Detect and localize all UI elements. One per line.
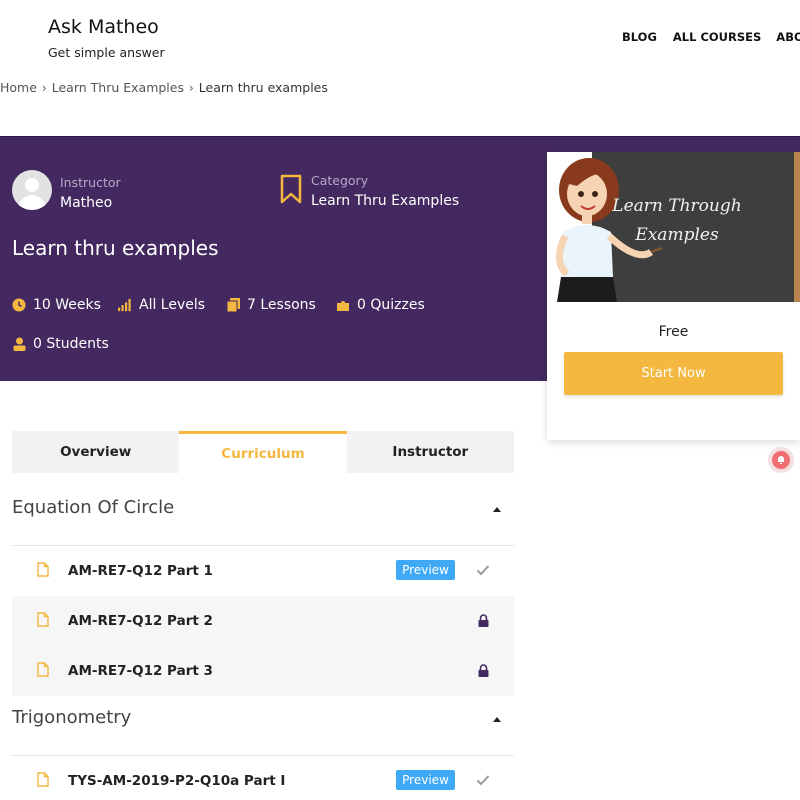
stat-students: 0 Students [12, 336, 109, 352]
tab-instructor[interactable]: Instructor [347, 431, 514, 473]
lesson-title: AM-RE7-Q12 Part 3 [68, 663, 213, 679]
doc-icon [37, 772, 49, 787]
puzzle-icon [336, 298, 350, 312]
students-icon [12, 337, 26, 351]
breadcrumb-category[interactable]: Learn Thru Examples [52, 80, 184, 95]
site-title[interactable]: Ask Matheo [48, 16, 159, 38]
doc-icon [37, 662, 49, 677]
stat-lessons: 7 Lessons [226, 297, 316, 313]
check-icon [476, 565, 490, 576]
course-card: Learn Through Examples Free Start Now [547, 152, 800, 440]
course-tabs: Overview Curriculum Instructor [12, 431, 514, 473]
nav-about[interactable]: ABOUT [776, 30, 800, 44]
breadcrumb-home[interactable]: Home [0, 80, 37, 95]
stat-quizzes: 0 Quizzes [336, 297, 425, 313]
lesson-item[interactable]: AM-RE7-Q12 Part 2 [12, 596, 514, 646]
tab-overview[interactable]: Overview [12, 431, 179, 473]
bookmark-icon [280, 174, 302, 204]
hero-divider [0, 136, 800, 137]
breadcrumb: Home › Learn Thru Examples › Learn thru … [0, 80, 328, 95]
lesson-item[interactable]: AM-RE7-Q12 Part 3 [12, 646, 514, 696]
lesson-item[interactable]: AM-RE7-Q12 Part 1 Preview [12, 546, 514, 596]
course-price: Free [658, 324, 689, 340]
stat-duration: 10 Weeks [12, 297, 101, 313]
chevron-right-icon: › [41, 80, 47, 95]
tab-curriculum[interactable]: Curriculum [179, 431, 347, 473]
lock-icon [478, 614, 489, 627]
lesson-item[interactable]: TYS-AM-2019-P2-Q10a Part I Preview [12, 756, 514, 800]
section-title[interactable]: Equation Of Circle [12, 497, 174, 518]
instructor-label: Instructor [60, 175, 121, 190]
doc-icon [37, 612, 49, 627]
preview-badge[interactable]: Preview [396, 770, 455, 790]
stat-level: All Levels [118, 297, 205, 313]
start-now-button[interactable]: Start Now [564, 352, 783, 395]
doc-icon [37, 562, 49, 577]
course-thumbnail: Learn Through Examples [547, 152, 800, 302]
caret-up-icon[interactable] [493, 717, 501, 722]
caret-up-icon[interactable] [493, 507, 501, 512]
notification-bell-icon[interactable] [768, 447, 794, 473]
top-navigation: BLOG ALL COURSES ABOUT [622, 30, 800, 44]
nav-blog[interactable]: BLOG [622, 30, 657, 44]
instructor-avatar[interactable] [12, 170, 52, 210]
site-tagline: Get simple answer [48, 45, 165, 60]
instructor-name[interactable]: Matheo [60, 195, 112, 211]
category-label: Category [311, 173, 369, 188]
lesson-title: AM-RE7-Q12 Part 1 [68, 563, 213, 579]
section-title[interactable]: Trigonometry [12, 707, 131, 728]
preview-badge[interactable]: Preview [396, 560, 455, 580]
clock-icon [12, 298, 26, 312]
check-icon [476, 775, 490, 786]
lesson-title: AM-RE7-Q12 Part 2 [68, 613, 213, 629]
lesson-title: TYS-AM-2019-P2-Q10a Part I [68, 773, 286, 789]
thumbnail-caption: Learn Through Examples [612, 196, 742, 245]
breadcrumb-current: Learn thru examples [198, 80, 328, 95]
lessons-icon [226, 298, 240, 312]
category-name[interactable]: Learn Thru Examples [311, 193, 459, 209]
lock-icon [478, 664, 489, 677]
level-bars-icon [118, 298, 132, 312]
nav-all-courses[interactable]: ALL COURSES [673, 30, 761, 44]
course-title: Learn thru examples [12, 236, 219, 260]
chevron-right-icon: › [188, 80, 194, 95]
